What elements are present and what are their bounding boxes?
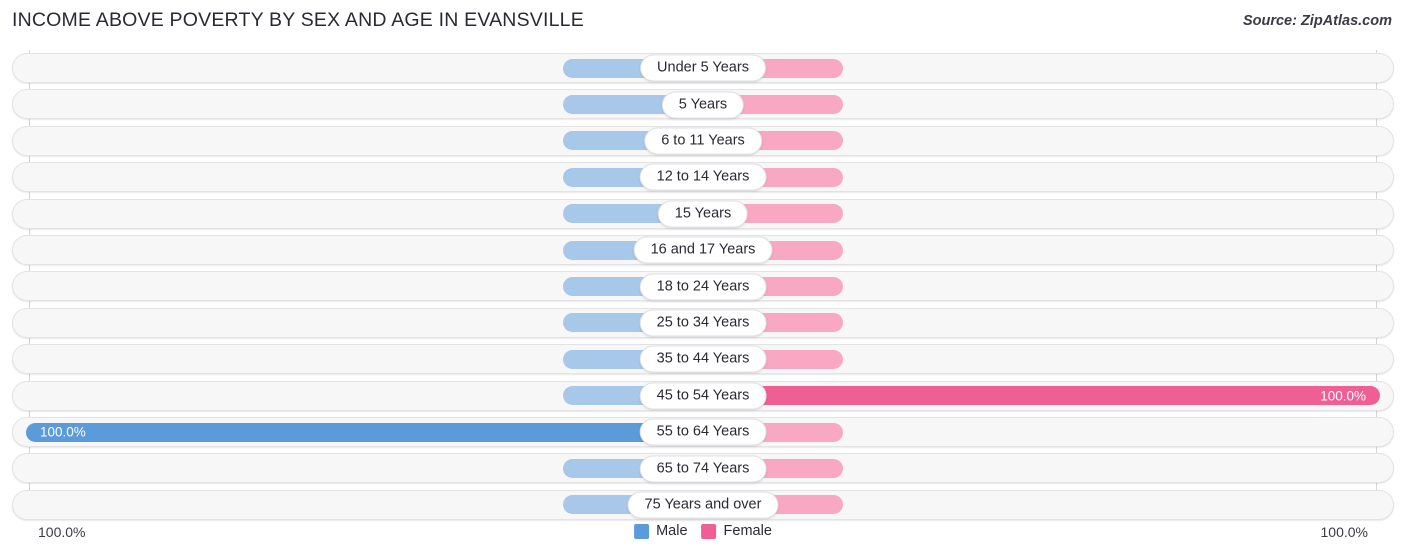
legend-item-male[interactable]: Male — [634, 523, 688, 539]
table-row[interactable]: 0.0%0.0%65 to 74 Years — [0, 450, 1406, 486]
chart-plot-area: 0.0%0.0%Under 5 Years0.0%0.0%5 Years0.0%… — [0, 44, 1406, 520]
bar-female[interactable]: 100.0% — [703, 386, 1380, 406]
category-label[interactable]: 15 Years — [657, 200, 749, 228]
table-row[interactable]: 0.0%0.0%18 to 24 Years — [0, 268, 1406, 304]
category-label[interactable]: 55 to 64 Years — [639, 418, 767, 446]
page-title: INCOME ABOVE POVERTY BY SEX AND AGE IN E… — [12, 9, 584, 31]
category-label[interactable]: 12 to 14 Years — [639, 163, 767, 191]
table-row[interactable]: 0.0%0.0%16 and 17 Years — [0, 232, 1406, 268]
table-row[interactable]: 100.0%0.0%55 to 64 Years — [0, 414, 1406, 450]
axis-max-right: 100.0% — [1320, 524, 1368, 540]
bar-value-female: 100.0% — [1320, 388, 1366, 404]
table-row[interactable]: 0.0%0.0%12 to 14 Years — [0, 159, 1406, 195]
legend-item-female[interactable]: Female — [701, 523, 772, 539]
table-row[interactable]: 100.0%0.0%45 to 54 Years — [0, 378, 1406, 414]
legend-swatch-male-icon — [634, 523, 650, 539]
bar-male[interactable]: 100.0% — [26, 422, 703, 442]
category-label[interactable]: 45 to 54 Years — [639, 382, 767, 410]
legend-label-male: Male — [656, 523, 688, 539]
chart-legend: Male Female — [634, 523, 772, 539]
table-row[interactable]: 0.0%0.0%15 Years — [0, 196, 1406, 232]
chart-header: INCOME ABOVE POVERTY BY SEX AND AGE IN E… — [0, 0, 1406, 44]
bar-value-male: 100.0% — [40, 424, 86, 440]
chart-footer: 100.0% 100.0% Male Female — [0, 520, 1406, 558]
category-label[interactable]: 18 to 24 Years — [639, 273, 767, 301]
source-attribution: Source: ZipAtlas.com — [1242, 13, 1392, 29]
axis-max-left: 100.0% — [38, 524, 86, 540]
category-label[interactable]: Under 5 Years — [640, 54, 766, 82]
table-row[interactable]: 0.0%0.0%Under 5 Years — [0, 50, 1406, 86]
category-label[interactable]: 5 Years — [661, 91, 745, 119]
table-row[interactable]: 0.0%0.0%25 to 34 Years — [0, 305, 1406, 341]
category-label[interactable]: 75 Years and over — [627, 491, 779, 519]
legend-swatch-female-icon — [701, 523, 717, 539]
category-label[interactable]: 16 and 17 Years — [633, 236, 773, 264]
table-row[interactable]: 0.0%0.0%35 to 44 Years — [0, 341, 1406, 377]
table-row[interactable]: 0.0%0.0%75 Years and over — [0, 487, 1406, 523]
table-row[interactable]: 0.0%0.0%6 to 11 Years — [0, 123, 1406, 159]
legend-label-female: Female — [723, 523, 772, 539]
category-label[interactable]: 25 to 34 Years — [639, 309, 767, 337]
category-label[interactable]: 35 to 44 Years — [639, 345, 767, 373]
chart-page: INCOME ABOVE POVERTY BY SEX AND AGE IN E… — [0, 0, 1406, 558]
category-label[interactable]: 65 to 74 Years — [639, 455, 767, 483]
table-row[interactable]: 0.0%0.0%5 Years — [0, 86, 1406, 122]
category-label[interactable]: 6 to 11 Years — [644, 127, 762, 155]
